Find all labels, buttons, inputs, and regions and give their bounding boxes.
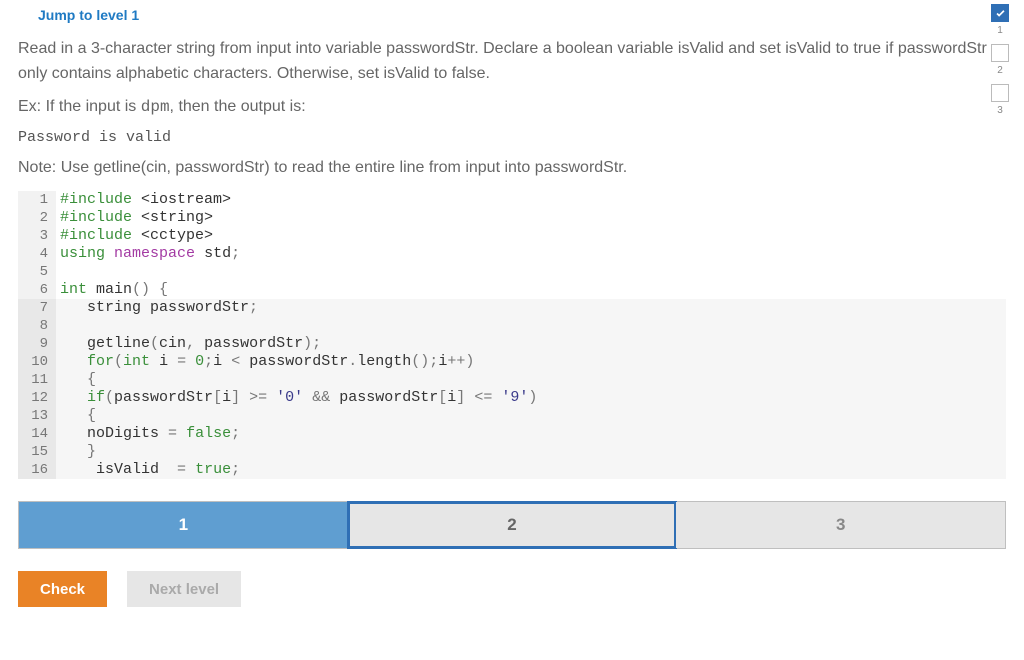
- progress-step-3-label: 3: [997, 105, 1003, 116]
- line-number: 5: [18, 263, 56, 281]
- line-number: 9: [18, 335, 56, 353]
- expected-output: Password is valid: [18, 129, 1006, 146]
- line-number: 13: [18, 407, 56, 425]
- code-content[interactable]: {: [56, 407, 1006, 425]
- code-content[interactable]: int main() {: [56, 281, 1006, 299]
- code-content[interactable]: isValid = true;: [56, 461, 1006, 479]
- line-number: 8: [18, 317, 56, 335]
- code-content[interactable]: #include <cctype>: [56, 227, 1006, 245]
- code-content[interactable]: #include <iostream>: [56, 191, 1006, 209]
- line-number: 1: [18, 191, 56, 209]
- code-content[interactable]: string passwordStr;: [56, 299, 1006, 317]
- pager-tab-3[interactable]: 3: [676, 502, 1005, 548]
- progress-step-1-icon: [991, 4, 1009, 22]
- example-input: dpm: [141, 98, 170, 116]
- next-level-button: Next level: [127, 571, 241, 607]
- progress-step-2-icon: [991, 44, 1009, 62]
- line-number: 6: [18, 281, 56, 299]
- progress-sidebar: 1 2 3: [988, 4, 1012, 122]
- jump-to-level-link[interactable]: Jump to level 1: [18, 0, 1006, 37]
- line-number: 12: [18, 389, 56, 407]
- action-bar: Check Next level: [18, 571, 1006, 607]
- line-number: 16: [18, 461, 56, 479]
- description-paragraph-1: Read in a 3-character string from input …: [18, 37, 1006, 87]
- line-number: 4: [18, 245, 56, 263]
- line-number: 7: [18, 299, 56, 317]
- example-line: Ex: If the input is dpm, then the output…: [18, 95, 1006, 120]
- checkmark-icon: [995, 8, 1006, 19]
- code-content[interactable]: getline(cin, passwordStr);: [56, 335, 1006, 353]
- code-content[interactable]: #include <string>: [56, 209, 1006, 227]
- check-button[interactable]: Check: [18, 571, 107, 607]
- problem-description: Read in a 3-character string from input …: [18, 37, 1006, 119]
- progress-step-3-icon: [991, 84, 1009, 102]
- line-number: 14: [18, 425, 56, 443]
- code-content[interactable]: }: [56, 443, 1006, 461]
- code-content[interactable]: noDigits = false;: [56, 425, 1006, 443]
- pager-tab-2[interactable]: 2: [348, 502, 677, 548]
- code-content[interactable]: using namespace std;: [56, 245, 1006, 263]
- progress-step-2-label: 2: [997, 65, 1003, 76]
- code-editor[interactable]: 1#include <iostream> 2#include <string> …: [18, 191, 1006, 479]
- line-number: 10: [18, 353, 56, 371]
- line-number: 3: [18, 227, 56, 245]
- pager-tab-1[interactable]: 1: [19, 502, 348, 548]
- example-prefix: Ex: If the input is: [18, 98, 141, 115]
- line-number: 11: [18, 371, 56, 389]
- code-content[interactable]: [56, 317, 1006, 335]
- code-content[interactable]: {: [56, 371, 1006, 389]
- test-pager: 1 2 3: [18, 501, 1006, 549]
- code-content[interactable]: if(passwordStr[i] >= '0' && passwordStr[…: [56, 389, 1006, 407]
- code-content[interactable]: [56, 263, 1006, 281]
- code-content[interactable]: for(int i = 0;i < passwordStr.length();i…: [56, 353, 1006, 371]
- line-number: 2: [18, 209, 56, 227]
- note-text: Note: Use getline(cin, passwordStr) to r…: [18, 156, 1006, 181]
- progress-step-1-label: 1: [997, 25, 1003, 36]
- line-number: 15: [18, 443, 56, 461]
- example-suffix: , then the output is:: [170, 98, 306, 115]
- note-line: Note: Use getline(cin, passwordStr) to r…: [18, 156, 1006, 181]
